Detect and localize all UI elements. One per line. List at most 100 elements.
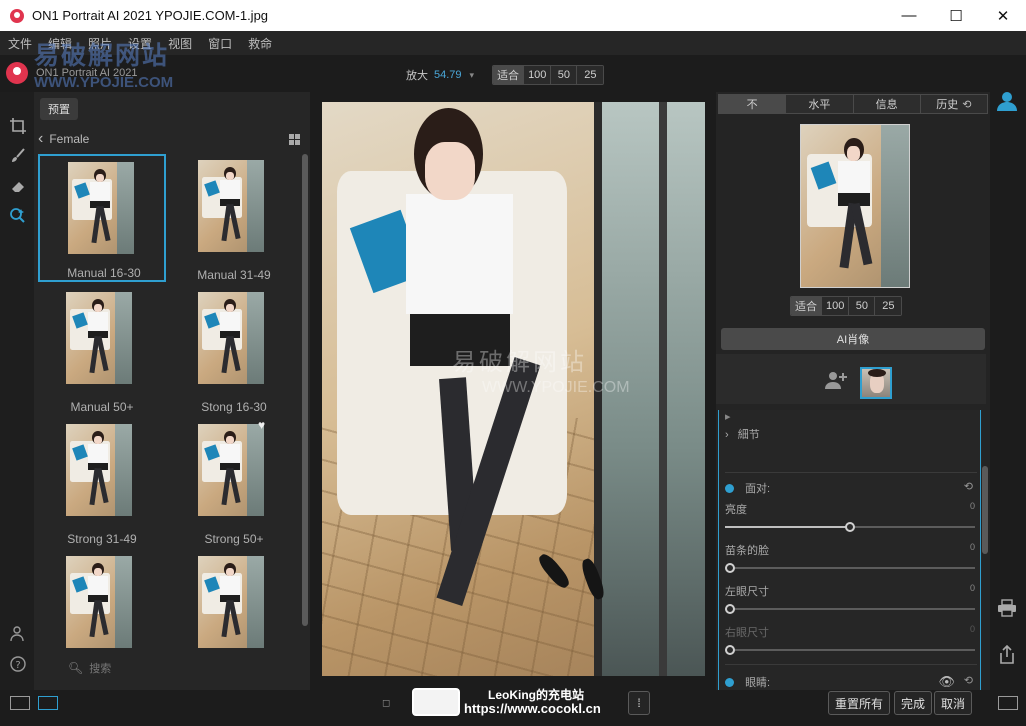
slider-handle[interactable] [725,604,735,614]
menu-view[interactable]: 视图 [168,35,192,52]
tab-history-label: 历史 [936,99,959,111]
nav-zoom-100-button[interactable]: 100 [822,297,850,315]
window-title: ON1 Portrait AI 2021 YPOJIE.COM-1.jpg [32,8,269,23]
face-thumbnail[interactable] [860,367,892,399]
left-panel-toggle-icon[interactable] [10,696,30,710]
preset-preview-image [198,556,264,648]
brush-tool-icon[interactable] [8,146,28,166]
left-eye-size-slider[interactable] [725,604,975,614]
help-icon[interactable]: ? [8,654,28,674]
collapsed-indicator: ▸ [725,411,731,423]
preset-thumbnail[interactable]: Manual 16-30 [38,154,166,282]
face-section-header[interactable]: 面对: ⟲ [725,480,975,496]
right-eye-size-label: 右眼尺寸 [725,627,769,639]
preset-thumbnail[interactable]: Stong 16-30 [170,286,298,414]
preset-preview-image [198,292,264,384]
preset-thumbnail[interactable]: Manual 50+ [38,286,166,414]
preset-thumbnail[interactable] [38,550,166,664]
navigator-preview[interactable] [800,124,910,288]
eyes-section-header[interactable]: 眼睛: 👁︎ ⟲ [725,674,975,690]
account-settings-icon[interactable] [8,624,28,644]
view-mode-icon[interactable]: ◻ [382,698,390,709]
preset-thumbnail[interactable] [170,550,298,664]
nav-zoom-50-button[interactable]: 50 [849,297,876,315]
menu-file[interactable]: 文件 [8,35,32,52]
face-section-label: 面对: [745,483,771,495]
preset-preview-image [68,162,134,254]
slim-face-slider[interactable] [725,563,975,573]
zoom-value[interactable]: 54.79 [434,69,462,81]
presets-button[interactable]: 预置 [40,98,78,120]
detail-section[interactable]: › 細节 [725,426,975,442]
zoom-label: 放大 [406,70,428,82]
search-input[interactable]: 搜索 [89,660,111,676]
slider-handle[interactable] [845,522,855,532]
cancel-button[interactable]: 取消 [934,691,973,715]
portrait-tool-icon[interactable] [8,206,28,226]
crop-tool-icon[interactable] [8,116,28,136]
title-bar: ON1 Portrait AI 2021 YPOJIE.COM-1.jpg — … [0,0,1026,31]
maximize-button[interactable]: ☐ [933,0,979,31]
slim-face-value: 0 [969,542,975,552]
browser-scrollbar[interactable] [302,154,308,626]
tab-info[interactable]: 信息 [853,95,921,113]
slider-handle[interactable] [725,563,735,573]
adjustment-scrollbar[interactable] [982,466,988,554]
grid-view-icon[interactable] [289,134,300,145]
watermark-url: WWW.YPOJIE.COM [34,74,174,91]
canvas-watermark: 易破解网站 [452,349,587,376]
face-reset-icon[interactable]: ⟲ [964,480,973,493]
eyes-reset-icon[interactable]: ⟲ [964,674,973,687]
nav-zoom-fit-button[interactable]: 适合 [791,297,822,315]
brightness-slider[interactable] [725,522,975,532]
minimize-button[interactable]: — [886,0,932,31]
left-eye-size-value: 0 [969,583,975,593]
browser-panel-toggle-icon[interactable] [38,696,58,710]
user-account-icon[interactable] [996,90,1018,112]
face-selector [716,354,986,404]
breadcrumb-label: Female [49,132,90,146]
eyes-section-label: 眼睛: [745,677,771,689]
eye-add-icon[interactable]: 👁︎ [938,674,955,690]
preset-search[interactable]: 🔍︎ 搜索 [34,660,234,676]
face-enable-toggle[interactable] [725,484,734,493]
chevron-left-icon[interactable]: ‹ [38,130,43,148]
svg-text:?: ? [15,660,20,671]
right-panel-toggle-icon[interactable] [998,696,1018,710]
close-button[interactable]: ✕ [980,0,1026,31]
left-eye-size-label: 左眼尺寸 [725,586,769,598]
share-export-icon[interactable] [996,644,1018,666]
zoom-25-button[interactable]: 25 [577,66,604,84]
zoom-fit-button[interactable]: 适合 [493,66,525,84]
photo-canvas[interactable]: 易破解网站 WWW.YPOJIE.COM [322,102,705,676]
favorite-heart-icon[interactable]: ♥ [258,418,265,432]
slider-handle[interactable] [725,645,735,655]
panel-focus-line [980,410,981,690]
eyes-enable-toggle[interactable] [725,678,734,687]
preset-grid: Manual 16-30 Manual 31-49 Manual 50+ Sto… [38,154,300,664]
slim-face-row: 苗条的脸 0 [725,542,975,558]
add-face-icon[interactable] [824,370,847,389]
zoom-50-button[interactable]: 50 [551,66,578,84]
eraser-tool-icon[interactable] [8,176,28,196]
menu-help[interactable]: 救命 [248,35,272,52]
preset-label: Manual 16-30 [67,266,141,280]
print-icon[interactable] [996,597,1018,619]
face-adjustments: ▸ › 細节 面对: ⟲ 亮度 0 苗条的脸 0 左眼尺寸 0 右眼尺寸 0 眼… [718,410,982,690]
tab-levels[interactable]: 水平 [786,95,854,113]
tab-none[interactable]: 不 [719,95,787,113]
chevron-down-icon[interactable]: ▾ [470,70,475,81]
done-button[interactable]: 完成 [894,691,933,715]
preset-thumbnail[interactable]: Strong 31-49 [38,418,166,546]
menu-window[interactable]: 窗口 [208,35,232,52]
ai-portrait-button[interactable]: AI肖像 [721,328,985,350]
tab-history[interactable]: 历史 ⟲ [920,95,987,113]
preset-label: Strong 50+ [204,532,264,546]
compare-button[interactable]: ⁞ [628,691,650,715]
preset-thumbnail[interactable]: Manual 31-49 [170,154,298,282]
nav-zoom-25-button[interactable]: 25 [875,297,902,315]
right-eye-size-slider[interactable] [725,645,975,655]
reset-all-button[interactable]: 重置所有 [828,691,891,715]
preset-thumbnail[interactable]: ♥ Strong 50+ [170,418,298,546]
zoom-100-button[interactable]: 100 [524,66,552,84]
